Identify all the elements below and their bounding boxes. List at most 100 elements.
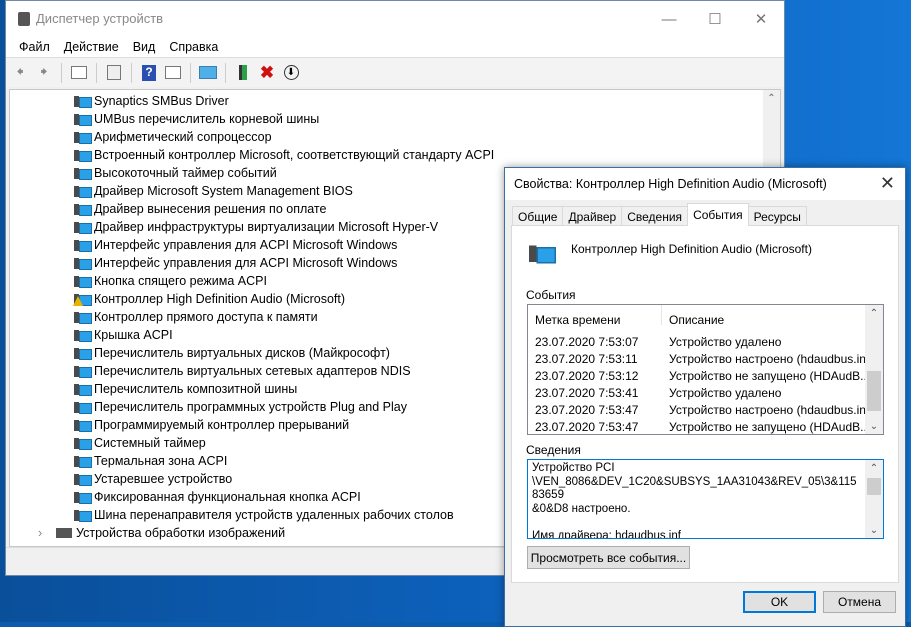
properties-icon[interactable] xyxy=(104,63,124,83)
scan-hardware-icon[interactable] xyxy=(198,63,218,83)
tab-general[interactable]: Общие xyxy=(512,206,564,226)
menu-action[interactable]: Действие xyxy=(57,40,126,54)
device-item[interactable]: Интерфейс управления для ACPI Microsoft … xyxy=(74,236,397,254)
device-item[interactable]: Кнопка спящего режима ACPI xyxy=(74,272,267,290)
close-button[interactable]: ✕ xyxy=(738,1,784,37)
device-item[interactable]: Перечислитель программных устройств Plug… xyxy=(74,398,407,416)
device-item[interactable]: Драйвер инфраструктуры виртуализации Mic… xyxy=(74,218,438,236)
device-item[interactable]: Арифметический сопроцессор xyxy=(74,128,272,146)
event-row[interactable]: 23.07.2020 7:53:12 Устройство не запущено… xyxy=(528,367,870,384)
event-row[interactable]: 23.07.2020 7:53:47 Устройство не запущено… xyxy=(528,418,870,435)
update-driver-icon[interactable] xyxy=(233,63,253,83)
device-icon xyxy=(529,244,556,264)
device-icon xyxy=(74,203,92,216)
device-item[interactable]: Встроенный контроллер Microsoft, соответ… xyxy=(74,146,494,164)
device-item[interactable]: UMBus перечислитель корневой шины xyxy=(74,110,319,128)
details-line: &0&D8 настроено. xyxy=(532,502,631,515)
device-item[interactable]: Фиксированная функциональная кнопка ACPI xyxy=(74,488,361,506)
event-description: Устройство настроено (hdaudbus.inf) xyxy=(669,403,874,417)
dialog-close-button[interactable]: ✕ xyxy=(880,173,895,194)
tab-events[interactable]: События xyxy=(687,203,749,226)
device-item[interactable]: Интерфейс управления для ACPI Microsoft … xyxy=(74,254,397,272)
device-icon xyxy=(74,365,92,378)
details-line: Устройство PCI xyxy=(532,462,615,474)
event-description: Устройство не запущено (HDAudB... xyxy=(669,420,871,434)
properties-dialog: Свойства: Контроллер High Definition Aud… xyxy=(504,167,906,627)
device-label: Synaptics SMBus Driver xyxy=(94,94,229,108)
menu-help[interactable]: Справка xyxy=(162,40,225,54)
details-textbox[interactable]: Устройство PCI \VEN_8086&DEV_1C20&SUBSYS_… xyxy=(527,459,884,539)
device-manager-icon xyxy=(18,12,30,26)
device-label: Системный таймер xyxy=(94,436,206,450)
device-label: Интерфейс управления для ACPI Microsoft … xyxy=(94,256,398,270)
event-time: 23.07.2020 7:53:11 xyxy=(535,352,638,366)
device-icon xyxy=(74,239,92,252)
device-item[interactable]: Системный таймер xyxy=(74,434,206,452)
device-item[interactable]: Термальная зона ACPI xyxy=(74,452,227,470)
device-icon xyxy=(74,113,92,126)
help-icon[interactable]: ? xyxy=(139,63,159,83)
event-time: 23.07.2020 7:53:12 xyxy=(535,369,639,383)
uninstall-icon[interactable]: ✖ xyxy=(257,63,277,83)
event-row[interactable]: 23.07.2020 7:53:11 Устройство настроено (… xyxy=(528,350,873,367)
device-label: UMBus перечислитель корневой шины xyxy=(94,112,320,126)
device-label: Кнопка спящего режима ACPI xyxy=(94,274,267,288)
tab-driver[interactable]: Драйвер xyxy=(562,206,623,226)
device-label: Контроллер прямого доступа к памяти xyxy=(94,310,318,324)
minimize-button[interactable]: — xyxy=(646,1,692,37)
device-label: Драйвер вынесения решения по оплате xyxy=(94,202,327,216)
view-all-events-button[interactable]: Просмотреть все события... xyxy=(527,546,690,569)
details-scrollbar[interactable]: ⌃ ⌄ xyxy=(865,460,883,538)
device-icon xyxy=(74,275,92,288)
device-item[interactable]: Контроллер прямого доступа к памяти xyxy=(74,308,318,326)
events-scrollbar[interactable]: ⌃ ⌄ xyxy=(865,305,883,434)
column-header-description[interactable]: Описание xyxy=(669,313,724,327)
back-arrow-icon[interactable]: 🠸 xyxy=(10,63,30,83)
device-item[interactable]: Перечислитель композитной шины xyxy=(74,380,297,398)
maximize-button[interactable]: ☐ xyxy=(692,1,738,37)
tab-details[interactable]: Сведения xyxy=(621,206,689,226)
details-line: Имя драйвера: hdaudbus.inf xyxy=(532,529,681,539)
device-icon xyxy=(73,293,92,306)
menu-file[interactable]: Файл xyxy=(12,40,57,54)
show-hide-tree-icon[interactable] xyxy=(69,63,89,83)
tab-resources[interactable]: Ресурсы xyxy=(747,206,807,226)
device-icon xyxy=(74,419,92,432)
event-row[interactable]: 23.07.2020 7:53:07 Устройство удалено xyxy=(528,333,866,350)
disable-device-icon[interactable]: ⬇ xyxy=(281,63,301,83)
events-label: События xyxy=(526,288,576,302)
forward-arrow-icon[interactable]: 🠺 xyxy=(34,63,54,83)
device-item[interactable]: Устаревшее устройство xyxy=(74,470,232,488)
cancel-button[interactable]: Отмена xyxy=(823,591,896,613)
device-item[interactable]: Драйвер вынесения решения по оплате xyxy=(74,200,326,218)
device-icon xyxy=(74,491,92,504)
title-bar: Диспетчер устройств — ☐ ✕ xyxy=(6,1,784,37)
expand-chevron-icon[interactable]: › xyxy=(38,526,56,540)
action-pane-icon[interactable] xyxy=(163,63,183,83)
device-item[interactable]: Крышка ACPI xyxy=(74,326,173,344)
device-item[interactable]: Высокоточный таймер событий xyxy=(74,164,277,182)
category-label: Устройства обработки изображений xyxy=(76,526,286,540)
device-item[interactable]: Контроллер High Definition Audio (Micros… xyxy=(73,290,345,308)
device-item[interactable]: Шина перенаправителя устройств удаленных… xyxy=(74,506,454,524)
device-icon xyxy=(74,149,92,162)
event-row[interactable]: 23.07.2020 7:53:47 Устройство настроено (… xyxy=(528,401,873,418)
event-row[interactable]: 23.07.2020 7:53:41 Устройство удалено xyxy=(528,384,866,401)
menu-view[interactable]: Вид xyxy=(126,40,163,54)
device-item[interactable]: Synaptics SMBus Driver xyxy=(74,92,229,110)
column-header-time[interactable]: Метка времени xyxy=(535,313,620,327)
details-label: Сведения xyxy=(526,443,581,457)
device-icon xyxy=(74,437,92,450)
ok-button[interactable]: OK xyxy=(743,591,816,613)
category-imaging-devices[interactable]: › Устройства обработки изображений xyxy=(38,524,285,542)
warning-icon xyxy=(73,295,83,306)
device-label: Перечислитель композитной шины xyxy=(94,382,298,396)
device-icon xyxy=(74,509,92,522)
device-label: Программируемый контроллер прерываний xyxy=(94,418,350,432)
device-item[interactable]: Драйвер Microsoft System Management BIOS xyxy=(74,182,353,200)
device-item[interactable]: Программируемый контроллер прерываний xyxy=(74,416,349,434)
device-item[interactable]: Перечислитель виртуальных сетевых адапте… xyxy=(74,362,411,380)
window-title: Диспетчер устройств xyxy=(36,11,164,26)
device-item[interactable]: Перечислитель виртуальных дисков (Майкро… xyxy=(74,344,390,362)
event-time: 23.07.2020 7:53:47 xyxy=(535,403,639,417)
